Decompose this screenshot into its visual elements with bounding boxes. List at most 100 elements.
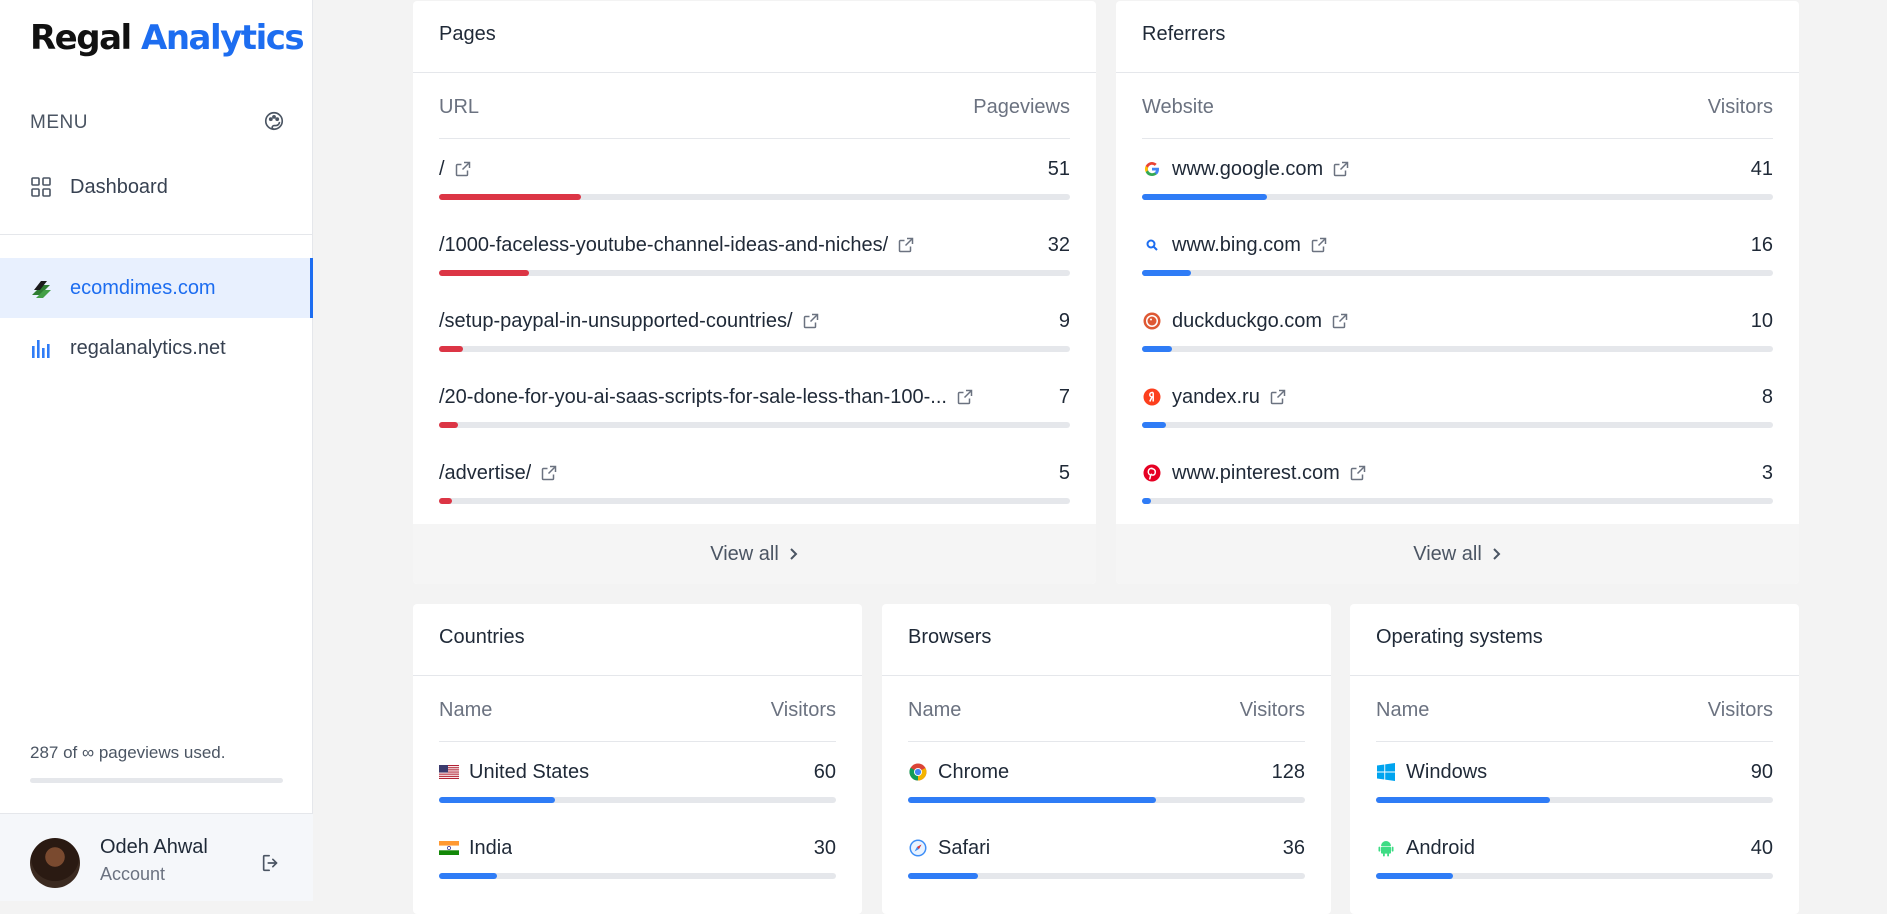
account-panel[interactable]: Odeh Ahwal Account bbox=[0, 813, 313, 901]
column-header-website: Website bbox=[1142, 96, 1214, 118]
list-item[interactable]: yandex.ru 8 bbox=[1142, 384, 1773, 460]
list-item[interactable]: United States 60 bbox=[439, 759, 836, 835]
page-url[interactable]: /1000-faceless-youtube-channel-ideas-and… bbox=[439, 234, 888, 257]
progress-fill bbox=[1142, 422, 1166, 428]
chrome-icon bbox=[908, 762, 928, 782]
yandex-icon bbox=[1142, 387, 1162, 407]
column-header-visitors: Visitors bbox=[1707, 96, 1773, 118]
referrer-domain[interactable]: www.pinterest.com bbox=[1172, 462, 1340, 485]
visitor-count: 60 bbox=[813, 760, 836, 783]
progress-fill bbox=[439, 873, 498, 879]
progress-fill bbox=[439, 194, 581, 200]
logo[interactable]: Regal Analytics bbox=[30, 18, 305, 58]
progress-track bbox=[1142, 194, 1773, 200]
pinterest-icon bbox=[1142, 463, 1162, 483]
external-link-icon[interactable] bbox=[455, 161, 471, 177]
progress-fill bbox=[908, 797, 1156, 803]
column-headers: URL Pageviews bbox=[439, 96, 1070, 119]
menu-header: MENU bbox=[30, 110, 285, 136]
divider bbox=[882, 675, 1331, 676]
browsers-list: Chrome 128 Safari 36 bbox=[908, 759, 1305, 911]
list-item[interactable]: Windows 90 bbox=[1376, 759, 1773, 835]
logout-icon[interactable] bbox=[260, 852, 282, 879]
external-link-icon[interactable] bbox=[898, 237, 914, 253]
page-url[interactable]: /20-done-for-you-ai-saas-scripts-for-sal… bbox=[439, 386, 947, 409]
visitor-count: 3 bbox=[1761, 461, 1773, 484]
visitor-count: 40 bbox=[1750, 836, 1773, 859]
progress-track bbox=[439, 797, 836, 803]
progress-track bbox=[439, 194, 1070, 200]
external-link-icon[interactable] bbox=[541, 465, 557, 481]
page-url[interactable]: / bbox=[439, 158, 445, 181]
list-item[interactable]: Safari 36 bbox=[908, 835, 1305, 911]
view-all-label: View all bbox=[710, 542, 779, 565]
pageview-count: 9 bbox=[1058, 309, 1070, 332]
list-item[interactable]: India 30 bbox=[439, 835, 836, 911]
page-url[interactable]: /setup-paypal-in-unsupported-countries/ bbox=[439, 310, 793, 333]
palette-icon[interactable] bbox=[263, 110, 285, 137]
nav-dashboard[interactable]: Dashboard bbox=[0, 157, 313, 217]
column-header-url: URL bbox=[439, 96, 480, 118]
progress-track bbox=[439, 873, 836, 879]
ecomdimes-logo-icon bbox=[30, 277, 52, 299]
list-item[interactable]: www.bing.com 16 bbox=[1142, 232, 1773, 308]
view-all-label: View all bbox=[1413, 542, 1482, 565]
avatar[interactable] bbox=[30, 838, 80, 888]
card-title: Countries bbox=[439, 626, 525, 648]
external-link-icon[interactable] bbox=[1350, 465, 1366, 481]
view-all-referrers-button[interactable]: View all bbox=[1116, 524, 1799, 584]
external-link-icon[interactable] bbox=[1332, 313, 1348, 329]
visitor-count: 10 bbox=[1750, 309, 1773, 332]
divider bbox=[413, 72, 1096, 73]
progress-track bbox=[908, 797, 1305, 803]
external-link-icon[interactable] bbox=[803, 313, 819, 329]
progress-fill bbox=[1142, 498, 1151, 504]
progress-track bbox=[439, 498, 1070, 504]
progress-fill bbox=[439, 797, 556, 803]
progress-track bbox=[439, 270, 1070, 276]
browser-name: Safari bbox=[938, 836, 991, 859]
list-item[interactable]: www.google.com 41 bbox=[1142, 156, 1773, 232]
progress-fill bbox=[1142, 270, 1191, 276]
list-item[interactable]: duckduckgo.com 10 bbox=[1142, 308, 1773, 384]
os-name: Android bbox=[1406, 836, 1475, 859]
progress-track bbox=[439, 346, 1070, 352]
sidebar-item-regalanalytics[interactable]: regalanalytics.net bbox=[0, 318, 313, 378]
divider bbox=[413, 675, 862, 676]
progress-fill bbox=[908, 873, 978, 879]
view-all-pages-button[interactable]: View all bbox=[413, 524, 1096, 584]
referrer-domain[interactable]: www.google.com bbox=[1172, 158, 1323, 181]
visitor-count: 36 bbox=[1282, 836, 1305, 859]
list-item[interactable]: /setup-paypal-in-unsupported-countries/9 bbox=[439, 308, 1070, 384]
referrer-domain[interactable]: www.bing.com bbox=[1172, 234, 1301, 257]
country-name: United States bbox=[469, 760, 590, 783]
countries-list: United States 60 India 30 bbox=[439, 759, 836, 911]
logo-accent-text: Analytics bbox=[141, 18, 305, 58]
list-item[interactable]: /20-done-for-you-ai-saas-scripts-for-sal… bbox=[439, 384, 1070, 460]
page-url[interactable]: /advertise/ bbox=[439, 462, 531, 485]
card-title: Operating systems bbox=[1376, 626, 1543, 648]
referrer-domain[interactable]: yandex.ru bbox=[1172, 386, 1260, 409]
account-link[interactable]: Account bbox=[100, 864, 165, 885]
column-headers: Name Visitors bbox=[439, 699, 836, 722]
list-item[interactable]: /1000-faceless-youtube-channel-ideas-and… bbox=[439, 232, 1070, 308]
column-headers: Name Visitors bbox=[1376, 699, 1773, 722]
progress-fill bbox=[1376, 873, 1454, 879]
external-link-icon[interactable] bbox=[1270, 389, 1286, 405]
external-link-icon[interactable] bbox=[957, 389, 973, 405]
referrer-domain[interactable]: duckduckgo.com bbox=[1172, 310, 1322, 333]
external-link-icon[interactable] bbox=[1311, 237, 1327, 253]
referrers-card: Referrers Website Visitors www.google.co… bbox=[1116, 1, 1799, 584]
list-item[interactable]: Android 40 bbox=[1376, 835, 1773, 911]
list-item[interactable]: Chrome 128 bbox=[908, 759, 1305, 835]
account-name: Odeh Ahwal bbox=[100, 836, 208, 858]
progress-fill bbox=[439, 270, 529, 276]
list-item[interactable]: / 51 bbox=[439, 156, 1070, 232]
us-flag-icon bbox=[439, 762, 459, 782]
external-link-icon[interactable] bbox=[1333, 161, 1349, 177]
sidebar-item-label: regalanalytics.net bbox=[70, 336, 226, 359]
sidebar-item-ecomdimes[interactable]: ecomdimes.com bbox=[0, 258, 313, 318]
os-name: Windows bbox=[1406, 760, 1488, 783]
divider bbox=[1142, 138, 1773, 139]
column-header-visitors: Visitors bbox=[1239, 699, 1305, 721]
